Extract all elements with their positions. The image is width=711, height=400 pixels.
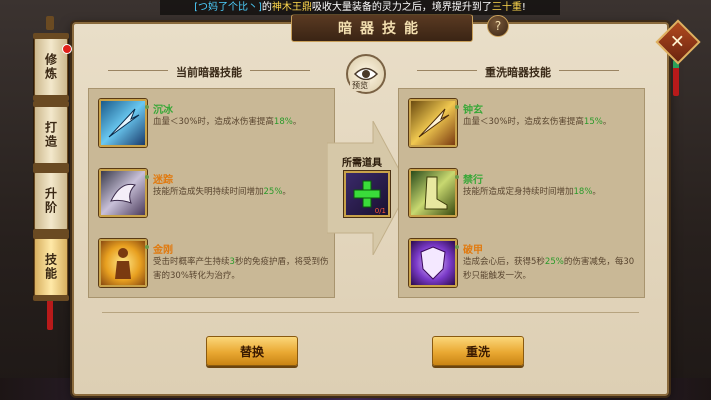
skill-row: 钟玄 血量＜30%时，造成玄伤害提高15%。 bbox=[409, 99, 639, 159]
required-item-slot[interactable]: 0/1 bbox=[344, 171, 390, 217]
reroll-skills-box: 钟玄 血量＜30%时，造成玄伤害提高15%。 禁行 技能所造成定身持续时间增加1… bbox=[398, 88, 645, 298]
question-icon: ? bbox=[494, 19, 502, 33]
system-broadcast: [つ妈了个比丶]的神木王鼎吸收大量装备的灵力之后，境界提升到了三十重! bbox=[160, 0, 560, 15]
shield-icon bbox=[420, 246, 446, 280]
desc-text: 血量＜30%时，造成玄伤害提高 bbox=[463, 117, 584, 127]
fire-dart-icon[interactable] bbox=[409, 99, 457, 147]
skill-description: 血量＜30%时，造成冰伤害提高18%。 bbox=[153, 115, 329, 129]
figure-icon bbox=[115, 248, 131, 279]
tab-forge[interactable]: 打造 bbox=[33, 101, 69, 169]
skill-name: 禁行 bbox=[455, 171, 483, 186]
desc-value: 25% bbox=[544, 257, 564, 267]
tab-label: 修炼 bbox=[43, 53, 58, 81]
desc-text: 。 bbox=[592, 187, 601, 197]
skill-description: 血量＜30%时，造成玄伤害提高15%。 bbox=[463, 115, 639, 129]
skill-name: 金刚 bbox=[145, 241, 173, 256]
broadcast-text: 的 bbox=[261, 2, 272, 13]
tab-label: 打造 bbox=[43, 121, 58, 149]
skill-name: 破甲 bbox=[455, 241, 483, 256]
skill-row: 破甲 造成会心后，获得5秒25%的伤害减免，每30秒只能触发一次。 bbox=[409, 239, 639, 299]
tab-label: 升阶 bbox=[43, 187, 58, 215]
scroll-knob bbox=[46, 16, 54, 30]
desc-text: 血量＜30%时，造成冰伤害提高 bbox=[153, 117, 274, 127]
blind-hand-icon[interactable] bbox=[99, 169, 147, 217]
skill-description: 技能所造成定身持续时间增加18%。 bbox=[463, 185, 639, 199]
help-button[interactable]: ? bbox=[487, 15, 509, 37]
divider bbox=[102, 312, 639, 313]
window-title: 暗器技能 bbox=[338, 21, 426, 37]
skill-description: 技能所造成失明持续时间增加25%。 bbox=[153, 185, 329, 199]
desc-text: 受击时概率产生持续 bbox=[153, 257, 230, 267]
close-icon: ✕ bbox=[670, 31, 686, 53]
skill-row: 禁行 技能所造成定身持续时间增加18%。 bbox=[409, 169, 639, 229]
current-skills-box: 沉冰 血量＜30%时，造成冰伤害提高18%。 迷踪 技能所造成失明持续时间增加2… bbox=[88, 88, 335, 298]
desc-text: 技能所造成失明持续时间增加 bbox=[153, 187, 264, 197]
golden-body-icon[interactable] bbox=[99, 239, 147, 287]
skill-name: 钟玄 bbox=[455, 101, 483, 116]
desc-value: 18% bbox=[573, 187, 593, 197]
hand-icon bbox=[110, 183, 136, 204]
desc-text: 造成会心后，获得5秒 bbox=[463, 257, 545, 267]
desc-text: 技能所造成定身持续时间增加 bbox=[463, 187, 574, 197]
skill-description: 造成会心后，获得5秒25%的伤害减免，每30秒只能触发一次。 bbox=[463, 255, 639, 283]
notification-dot bbox=[62, 44, 72, 54]
boot-icon bbox=[424, 176, 448, 210]
tab-label: 技能 bbox=[43, 253, 58, 281]
required-item-label: 所需道具 bbox=[342, 158, 382, 169]
replace-button[interactable]: 替换 bbox=[206, 336, 298, 366]
desc-text: 。 bbox=[292, 117, 302, 127]
purple-shield-icon[interactable] bbox=[409, 239, 457, 287]
broadcast-level: 三十重 bbox=[491, 2, 522, 13]
broadcast-player[interactable]: [つ妈了个比丶] bbox=[194, 2, 262, 13]
skill-row: 沉冰 血量＜30%时，造成冰伤害提高18%。 bbox=[99, 99, 329, 159]
tab-upgrade[interactable]: 升阶 bbox=[33, 167, 69, 235]
skill-name: 迷踪 bbox=[145, 171, 173, 186]
broadcast-text: ! bbox=[521, 2, 526, 13]
hidden-weapon-skill-panel: 暗器技能 ? 当前暗器技能 重洗暗器技能 预览 沉冰 血量＜30%时，造成冰伤害… bbox=[72, 14, 669, 396]
skill-description: 受击时概率产生持续3秒的免疫护盾，将受到伤害的30%转化为治疗。 bbox=[153, 255, 329, 283]
skill-row: 金刚 受击时概率产生持续3秒的免疫护盾，将受到伤害的30%转化为治疗。 bbox=[99, 239, 329, 299]
skill-name: 沉冰 bbox=[145, 101, 173, 116]
skill-row: 迷踪 技能所造成失明持续时间增加25%。 bbox=[99, 169, 329, 229]
tassel-decoration bbox=[673, 60, 679, 96]
broadcast-item[interactable]: 神木王鼎 bbox=[272, 2, 312, 13]
current-skills-header: 当前暗器技能 bbox=[108, 66, 310, 79]
desc-value: 18% bbox=[273, 117, 293, 127]
bind-leg-icon[interactable] bbox=[409, 169, 457, 217]
dart-icon bbox=[418, 108, 450, 138]
dart-icon bbox=[108, 108, 140, 138]
reroll-skills-header: 重洗暗器技能 bbox=[417, 66, 619, 79]
window-title-bar: 暗器技能 bbox=[291, 14, 473, 42]
reroll-button[interactable]: 重洗 bbox=[432, 336, 524, 366]
preview-label: 预览 bbox=[350, 80, 370, 91]
tab-skill[interactable]: 技能 bbox=[33, 233, 69, 301]
broadcast-text: 吸收大量装备的灵力之后，境界提升到了 bbox=[311, 2, 492, 13]
desc-text: 。 bbox=[282, 187, 291, 197]
ice-dart-icon[interactable] bbox=[99, 99, 147, 147]
desc-value: 15% bbox=[583, 117, 603, 127]
item-count: 0/1 bbox=[374, 207, 386, 215]
desc-value: 25% bbox=[263, 187, 283, 197]
desc-text: 。 bbox=[602, 117, 612, 127]
